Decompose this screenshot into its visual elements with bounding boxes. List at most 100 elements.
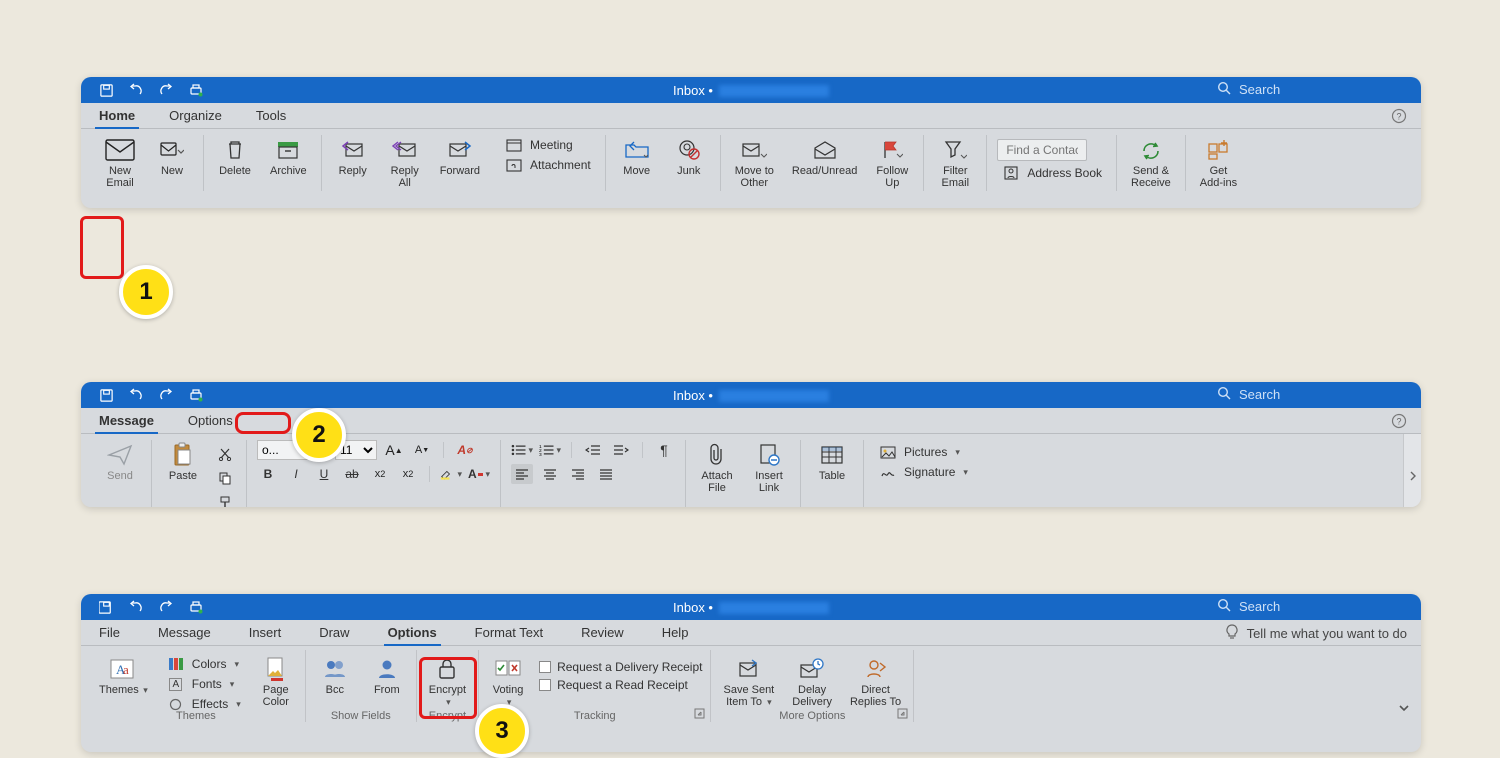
undo-icon[interactable] [128,600,144,614]
meeting-button[interactable]: Meeting [500,137,595,153]
tab-insert[interactable]: Insert [241,621,290,645]
tab-options[interactable]: Options [380,621,445,645]
align-left-icon[interactable] [511,464,533,484]
italic-icon[interactable]: I [285,464,307,484]
help-icon[interactable]: ? [1391,108,1407,127]
request-delivery-checkbox[interactable]: Request a Delivery Receipt [539,660,702,674]
themes-button[interactable]: Aa Themes ▾ [95,654,152,698]
undo-icon[interactable] [128,388,144,402]
find-contact-input[interactable] [997,139,1087,161]
search-input[interactable] [1237,386,1387,403]
attach-file-button[interactable]: Attach File [696,440,738,496]
encrypt-button[interactable]: Encrypt▾ [425,654,470,710]
tab-format-text[interactable]: Format Text [467,621,551,645]
signature-button[interactable]: Signature▾ [874,464,972,480]
send-receive-button[interactable]: Send & Receive [1127,135,1175,191]
tab-draw[interactable]: Draw [311,621,357,645]
font-color-icon[interactable]: A▾ [468,464,490,484]
search-box[interactable] [1217,81,1407,98]
table-button[interactable]: Table [811,440,853,484]
save-icon[interactable] [99,83,114,98]
align-center-icon[interactable] [539,464,561,484]
direct-replies-button[interactable]: Direct Replies To [846,654,905,710]
new-email-button[interactable]: New Email [99,135,141,191]
follow-up-button[interactable]: Follow Up [871,135,913,191]
filter-email-button[interactable]: Filter Email [934,135,976,191]
tab-review[interactable]: Review [573,621,632,645]
delay-delivery-button[interactable]: Delay Delivery [788,654,836,710]
font-family-select[interactable]: o... [257,440,329,460]
search-input[interactable] [1237,81,1387,98]
print-icon[interactable] [188,600,204,615]
tab-file[interactable]: File [91,621,128,645]
redo-icon[interactable] [158,600,174,614]
print-icon[interactable] [188,388,204,403]
reply-all-button[interactable]: Reply All [384,135,426,191]
page-color-button[interactable]: Page Color [255,654,297,710]
strike-icon[interactable]: ab [341,464,363,484]
more-options-launcher-icon[interactable] [897,708,909,720]
undo-icon[interactable] [128,83,144,97]
save-sent-button[interactable]: Save Sent Item To ▾ [719,654,778,710]
tab-organize[interactable]: Organize [161,104,230,128]
voting-button[interactable]: Voting▾ [487,654,529,710]
colors-button[interactable]: Colors▾ [162,656,245,672]
format-painter-icon[interactable] [214,492,236,507]
new-items-button[interactable]: New [151,135,193,179]
tab-tools[interactable]: Tools [248,104,294,128]
get-addins-button[interactable]: Get Add-ins [1196,135,1241,191]
shrink-font-icon[interactable]: A▼ [411,440,433,460]
search-box[interactable] [1217,598,1407,615]
justify-icon[interactable] [595,464,617,484]
ribbon-expand-handle[interactable] [1403,434,1421,507]
print-icon[interactable] [188,83,204,98]
help-icon[interactable]: ? [1391,413,1407,432]
highlight-icon[interactable]: ▾ [440,464,462,484]
move-button[interactable]: Move [616,135,658,179]
paste-button[interactable]: Paste [162,440,204,484]
font-size-select[interactable]: 11 [335,440,377,460]
attachment-button[interactable]: Attachment [500,157,595,173]
tab-message[interactable]: Message [91,409,162,433]
tab-help[interactable]: Help [654,621,697,645]
align-right-icon[interactable] [567,464,589,484]
request-read-checkbox[interactable]: Request a Read Receipt [539,678,702,692]
fonts-button[interactable]: AFonts▾ [162,676,245,692]
copy-icon[interactable] [214,468,236,488]
bcc-button[interactable]: Bcc [314,654,356,698]
reply-button[interactable]: Reply [332,135,374,179]
indent-icon[interactable] [610,440,632,460]
superscript-icon[interactable]: x2 [397,464,419,484]
outdent-icon[interactable] [582,440,604,460]
redo-icon[interactable] [158,388,174,402]
save-icon[interactable] [99,600,114,615]
tracking-launcher-icon[interactable] [694,708,706,720]
tab-options[interactable]: Options [180,409,241,433]
grow-font-icon[interactable]: A▲ [383,440,405,460]
junk-button[interactable]: Junk [668,135,710,179]
pilcrow-icon[interactable]: ¶ [653,440,675,460]
numbering-icon[interactable]: 123▾ [539,440,561,460]
tab-message[interactable]: Message [150,621,219,645]
archive-button[interactable]: Archive [266,135,311,179]
forward-button[interactable]: Forward [436,135,484,179]
pictures-button[interactable]: Pictures▾ [874,444,972,460]
cut-icon[interactable] [214,444,236,464]
insert-link-button[interactable]: Insert Link [748,440,790,496]
send-button[interactable]: Send [99,440,141,484]
clear-format-icon[interactable]: A⊘ [454,440,476,460]
tell-me-box[interactable]: Tell me what you want to do [1225,624,1407,643]
redo-icon[interactable] [158,83,174,97]
bold-icon[interactable]: B [257,464,279,484]
subscript-icon[interactable]: x2 [369,464,391,484]
delete-button[interactable]: Delete [214,135,256,179]
search-box[interactable] [1217,386,1407,403]
search-input[interactable] [1237,598,1387,615]
move-other-button[interactable]: Move to Other [731,135,778,191]
tab-home[interactable]: Home [91,104,143,128]
from-button[interactable]: From [366,654,408,698]
address-book-button[interactable]: Address Book [997,165,1106,181]
save-icon[interactable] [99,388,114,403]
underline-icon[interactable]: U [313,464,335,484]
ribbon-collapse-icon[interactable] [1397,702,1411,716]
